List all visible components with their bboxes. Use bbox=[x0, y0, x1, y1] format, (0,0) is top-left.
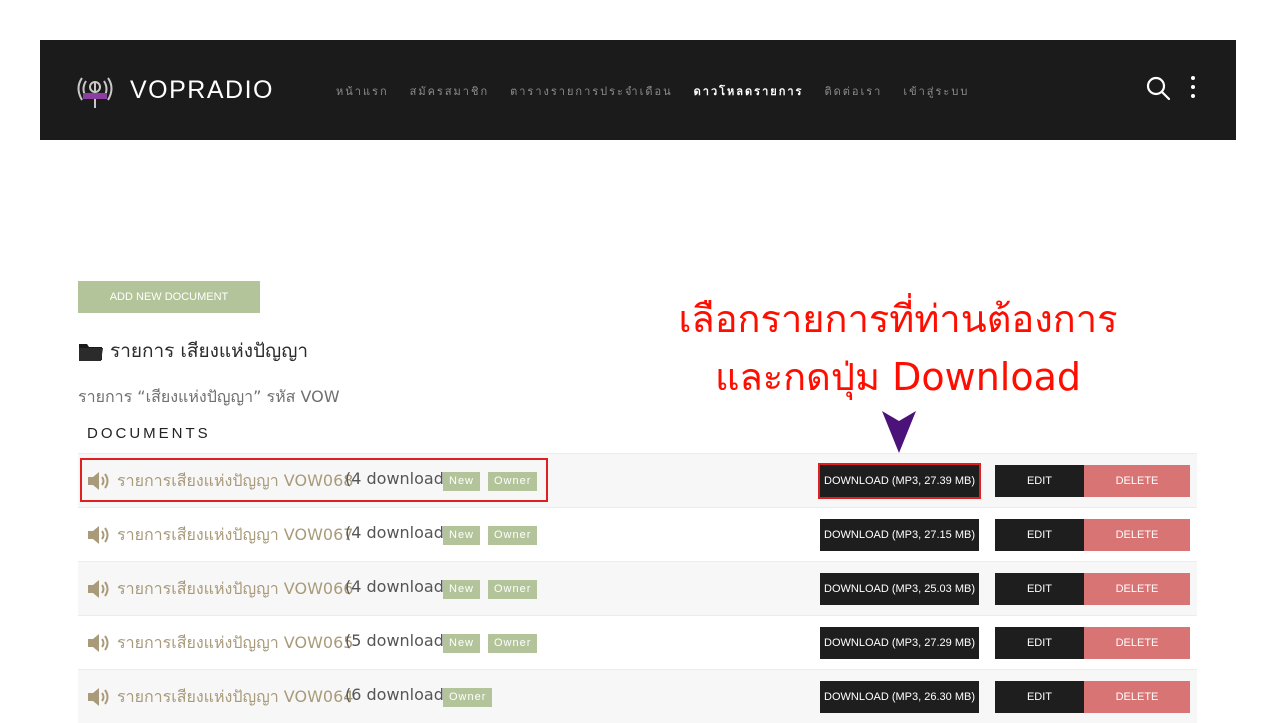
owner-badge: Owner bbox=[488, 526, 538, 545]
new-badge: New bbox=[443, 580, 481, 599]
edit-button[interactable]: EDIT bbox=[995, 465, 1084, 497]
category-description: รายการ “เสียงแห่งปัญญา” รหัส VOW bbox=[78, 387, 340, 406]
folder-icon bbox=[79, 344, 103, 361]
delete-button[interactable]: DELETE bbox=[1084, 465, 1190, 497]
selection-highlight bbox=[80, 458, 548, 502]
nav-home[interactable]: หน้าแรก bbox=[336, 82, 389, 100]
owner-badge: Owner bbox=[488, 634, 538, 653]
category-title-label: รายการ เสียงแห่งปัญญา bbox=[110, 340, 309, 362]
arrow-down-icon bbox=[882, 411, 916, 453]
more-vertical-icon[interactable] bbox=[1183, 74, 1203, 100]
delete-button[interactable]: DELETE bbox=[1084, 519, 1190, 551]
annotation-line-1: เลือกรายการที่ท่านต้องการ bbox=[678, 297, 1118, 341]
download-button[interactable]: DOWNLOAD (MP3, 27.39 MB) bbox=[818, 463, 981, 499]
speaker-icon bbox=[88, 688, 109, 706]
nav-schedule[interactable]: ตารางรายการประจำเดือน bbox=[510, 82, 673, 100]
add-new-document-button[interactable]: ADD NEW DOCUMENT bbox=[78, 281, 260, 313]
instruction-annotation: เลือกรายการที่ท่านต้องการ และกดปุ่ม Down… bbox=[618, 290, 1178, 406]
download-button[interactable]: DOWNLOAD (MP3, 27.29 MB) bbox=[820, 627, 979, 659]
radio-tower-icon[interactable] bbox=[73, 68, 117, 112]
download-count: (4 download) bbox=[345, 523, 451, 542]
download-button[interactable]: DOWNLOAD (MP3, 26.30 MB) bbox=[820, 681, 979, 713]
site-title[interactable]: VOPRADIO bbox=[130, 76, 274, 105]
owner-badge: Owner bbox=[443, 688, 493, 707]
owner-badge: Owner bbox=[488, 580, 538, 599]
document-row: รายการเสียงแห่งปัญญา VOW064 (6 download)… bbox=[78, 669, 1197, 723]
documents-heading: DOCUMENTS bbox=[87, 425, 211, 442]
nav-downloads[interactable]: ดาวโหลดรายการ bbox=[694, 82, 804, 100]
delete-button[interactable]: DELETE bbox=[1084, 681, 1190, 713]
new-badge: New bbox=[443, 634, 481, 653]
edit-button[interactable]: EDIT bbox=[995, 627, 1084, 659]
edit-button[interactable]: EDIT bbox=[995, 681, 1084, 713]
speaker-icon bbox=[88, 634, 109, 652]
search-icon[interactable] bbox=[1145, 75, 1171, 101]
document-link[interactable]: รายการเสียงแห่งปัญญา VOW064 bbox=[117, 685, 353, 710]
download-button[interactable]: DOWNLOAD (MP3, 25.03 MB) bbox=[820, 573, 979, 605]
category-title: รายการ เสียงแห่งปัญญา bbox=[78, 336, 308, 366]
main-nav: หน้าแรก สมัครสมาชิก ตารางรายการประจำเดือ… bbox=[336, 82, 990, 100]
document-row: รายการเสียงแห่งปัญญา VOW066 (4 download)… bbox=[78, 561, 1197, 615]
nav-register[interactable]: สมัครสมาชิก bbox=[410, 82, 490, 100]
documents-list: รายการเสียงแห่งปัญญา VOW068 (4 download)… bbox=[78, 453, 1197, 723]
delete-button[interactable]: DELETE bbox=[1084, 627, 1190, 659]
speaker-icon bbox=[88, 580, 109, 598]
delete-button[interactable]: DELETE bbox=[1084, 573, 1190, 605]
document-link[interactable]: รายการเสียงแห่งปัญญา VOW065 bbox=[117, 631, 353, 656]
site-header: VOPRADIO หน้าแรก สมัครสมาชิก ตารางรายการ… bbox=[40, 40, 1236, 140]
download-count: (4 download) bbox=[345, 577, 451, 596]
edit-button[interactable]: EDIT bbox=[995, 519, 1084, 551]
document-row: รายการเสียงแห่งปัญญา VOW065 (5 download)… bbox=[78, 615, 1197, 669]
document-link[interactable]: รายการเสียงแห่งปัญญา VOW066 bbox=[117, 577, 353, 602]
download-count: (6 download) bbox=[345, 685, 451, 704]
annotation-line-2: และกดปุ่ม Download bbox=[714, 355, 1081, 399]
nav-login[interactable]: เข้าสู่ระบบ bbox=[903, 82, 969, 100]
download-button[interactable]: DOWNLOAD (MP3, 27.15 MB) bbox=[820, 519, 979, 551]
document-row: รายการเสียงแห่งปัญญา VOW068 (4 download)… bbox=[78, 453, 1197, 507]
download-count: (5 download) bbox=[345, 631, 451, 650]
new-badge: New bbox=[443, 526, 481, 545]
edit-button[interactable]: EDIT bbox=[995, 573, 1084, 605]
document-link[interactable]: รายการเสียงแห่งปัญญา VOW067 bbox=[117, 523, 353, 548]
speaker-icon bbox=[88, 526, 109, 544]
nav-contact[interactable]: ติดต่อเรา bbox=[824, 82, 882, 100]
document-row: รายการเสียงแห่งปัญญา VOW067 (4 download)… bbox=[78, 507, 1197, 561]
